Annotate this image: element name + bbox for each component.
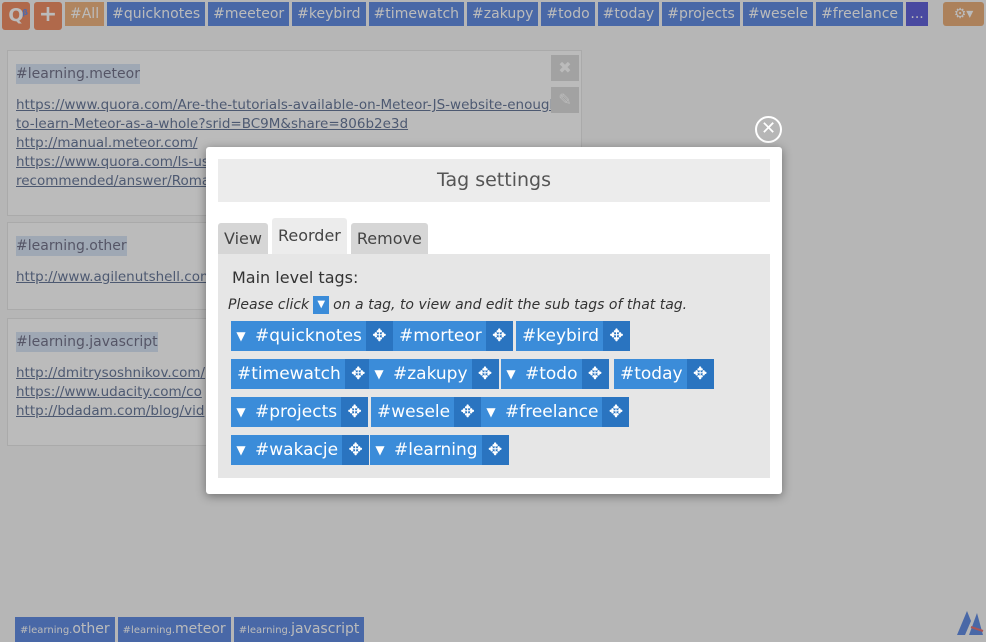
reorder-tag-label: #wesele (377, 402, 451, 422)
reorder-tag[interactable]: #timewatch ✥ (231, 359, 372, 389)
move-icon[interactable]: ✥ (602, 397, 630, 427)
move-icon[interactable]: ✥ (581, 359, 609, 389)
hint-text: Please click ▼ on a tag, to view and edi… (228, 296, 687, 314)
reorder-tag[interactable]: #keybird ✥ (516, 321, 630, 351)
reorder-tag[interactable]: ▼ #freelance ✥ (481, 397, 630, 427)
reorder-tag-label: #freelance (505, 402, 599, 422)
reorder-tag[interactable]: ▼ #learning ✥ (370, 435, 509, 465)
tab-view[interactable]: View (218, 223, 268, 254)
reorder-tag[interactable]: ▼ #zakupy ✥ (369, 359, 499, 389)
move-icon[interactable]: ✥ (686, 359, 714, 389)
reorder-tag-label: #keybird (522, 326, 599, 346)
modal-tabs: View Reorder Remove (218, 218, 428, 254)
reorder-tag-label: #projects (255, 402, 338, 422)
move-icon[interactable]: ✥ (454, 397, 482, 427)
chevron-down-icon[interactable]: ▼ (231, 321, 251, 351)
move-icon[interactable]: ✥ (481, 435, 509, 465)
chevron-down-icon[interactable]: ▼ (501, 359, 521, 389)
reorder-tag-label: #today (620, 364, 683, 384)
chevron-down-icon: ▼ (313, 296, 330, 314)
reorder-tag[interactable]: ▼ #wakacje ✥ (231, 435, 370, 465)
close-icon: ✕ (760, 118, 777, 139)
reorder-tag[interactable]: ▼ #quicknotes ✥ (231, 321, 393, 351)
move-icon[interactable]: ✥ (471, 359, 499, 389)
move-icon[interactable]: ✥ (485, 321, 513, 351)
main-level-label: Main level tags: (232, 268, 359, 287)
reorder-tag[interactable]: #today ✥ (614, 359, 714, 389)
hint-before: Please click (228, 297, 310, 313)
reorder-tag-label: #quicknotes (255, 326, 362, 346)
chevron-down-icon[interactable]: ▼ (231, 397, 251, 427)
move-icon[interactable]: ✥ (344, 359, 372, 389)
modal-title: Tag settings (218, 159, 770, 202)
reorder-tag-label: #zakupy (393, 364, 468, 384)
chevron-down-icon[interactable]: ▼ (370, 435, 390, 465)
hint-after: on a tag, to view and edit the sub tags … (333, 297, 688, 313)
reorder-tag-label: #wakacje (255, 440, 339, 460)
move-icon[interactable]: ✥ (365, 321, 393, 351)
move-icon[interactable]: ✥ (341, 397, 369, 427)
reorder-tag[interactable]: #wesele ✥ (371, 397, 482, 427)
reorder-tag-label: #timewatch (237, 364, 341, 384)
tab-reorder[interactable]: Reorder (271, 218, 347, 254)
reorder-tag-label: #todo (525, 364, 578, 384)
reorder-tag-label: #learning (394, 440, 478, 460)
move-icon[interactable]: ✥ (342, 435, 370, 465)
chevron-down-icon[interactable]: ▼ (481, 397, 501, 427)
chevron-down-icon[interactable]: ▼ (231, 435, 251, 465)
move-icon[interactable]: ✥ (603, 321, 630, 351)
reorder-tag-label: #morteor (399, 326, 482, 346)
tab-remove[interactable]: Remove (350, 223, 428, 254)
reorder-panel: Main level tags: Please click ▼ on a tag… (218, 254, 770, 478)
reorder-tag[interactable]: ▼ #todo ✥ (501, 359, 609, 389)
close-modal-button[interactable]: ✕ (755, 116, 782, 143)
tag-settings-modal: Tag settings View Reorder Remove Main le… (206, 147, 782, 494)
reorder-tag[interactable]: ▼ #projects ✥ (231, 397, 369, 427)
reorder-tag[interactable]: #morteor ✥ (393, 321, 513, 351)
chevron-down-icon[interactable]: ▼ (369, 359, 389, 389)
